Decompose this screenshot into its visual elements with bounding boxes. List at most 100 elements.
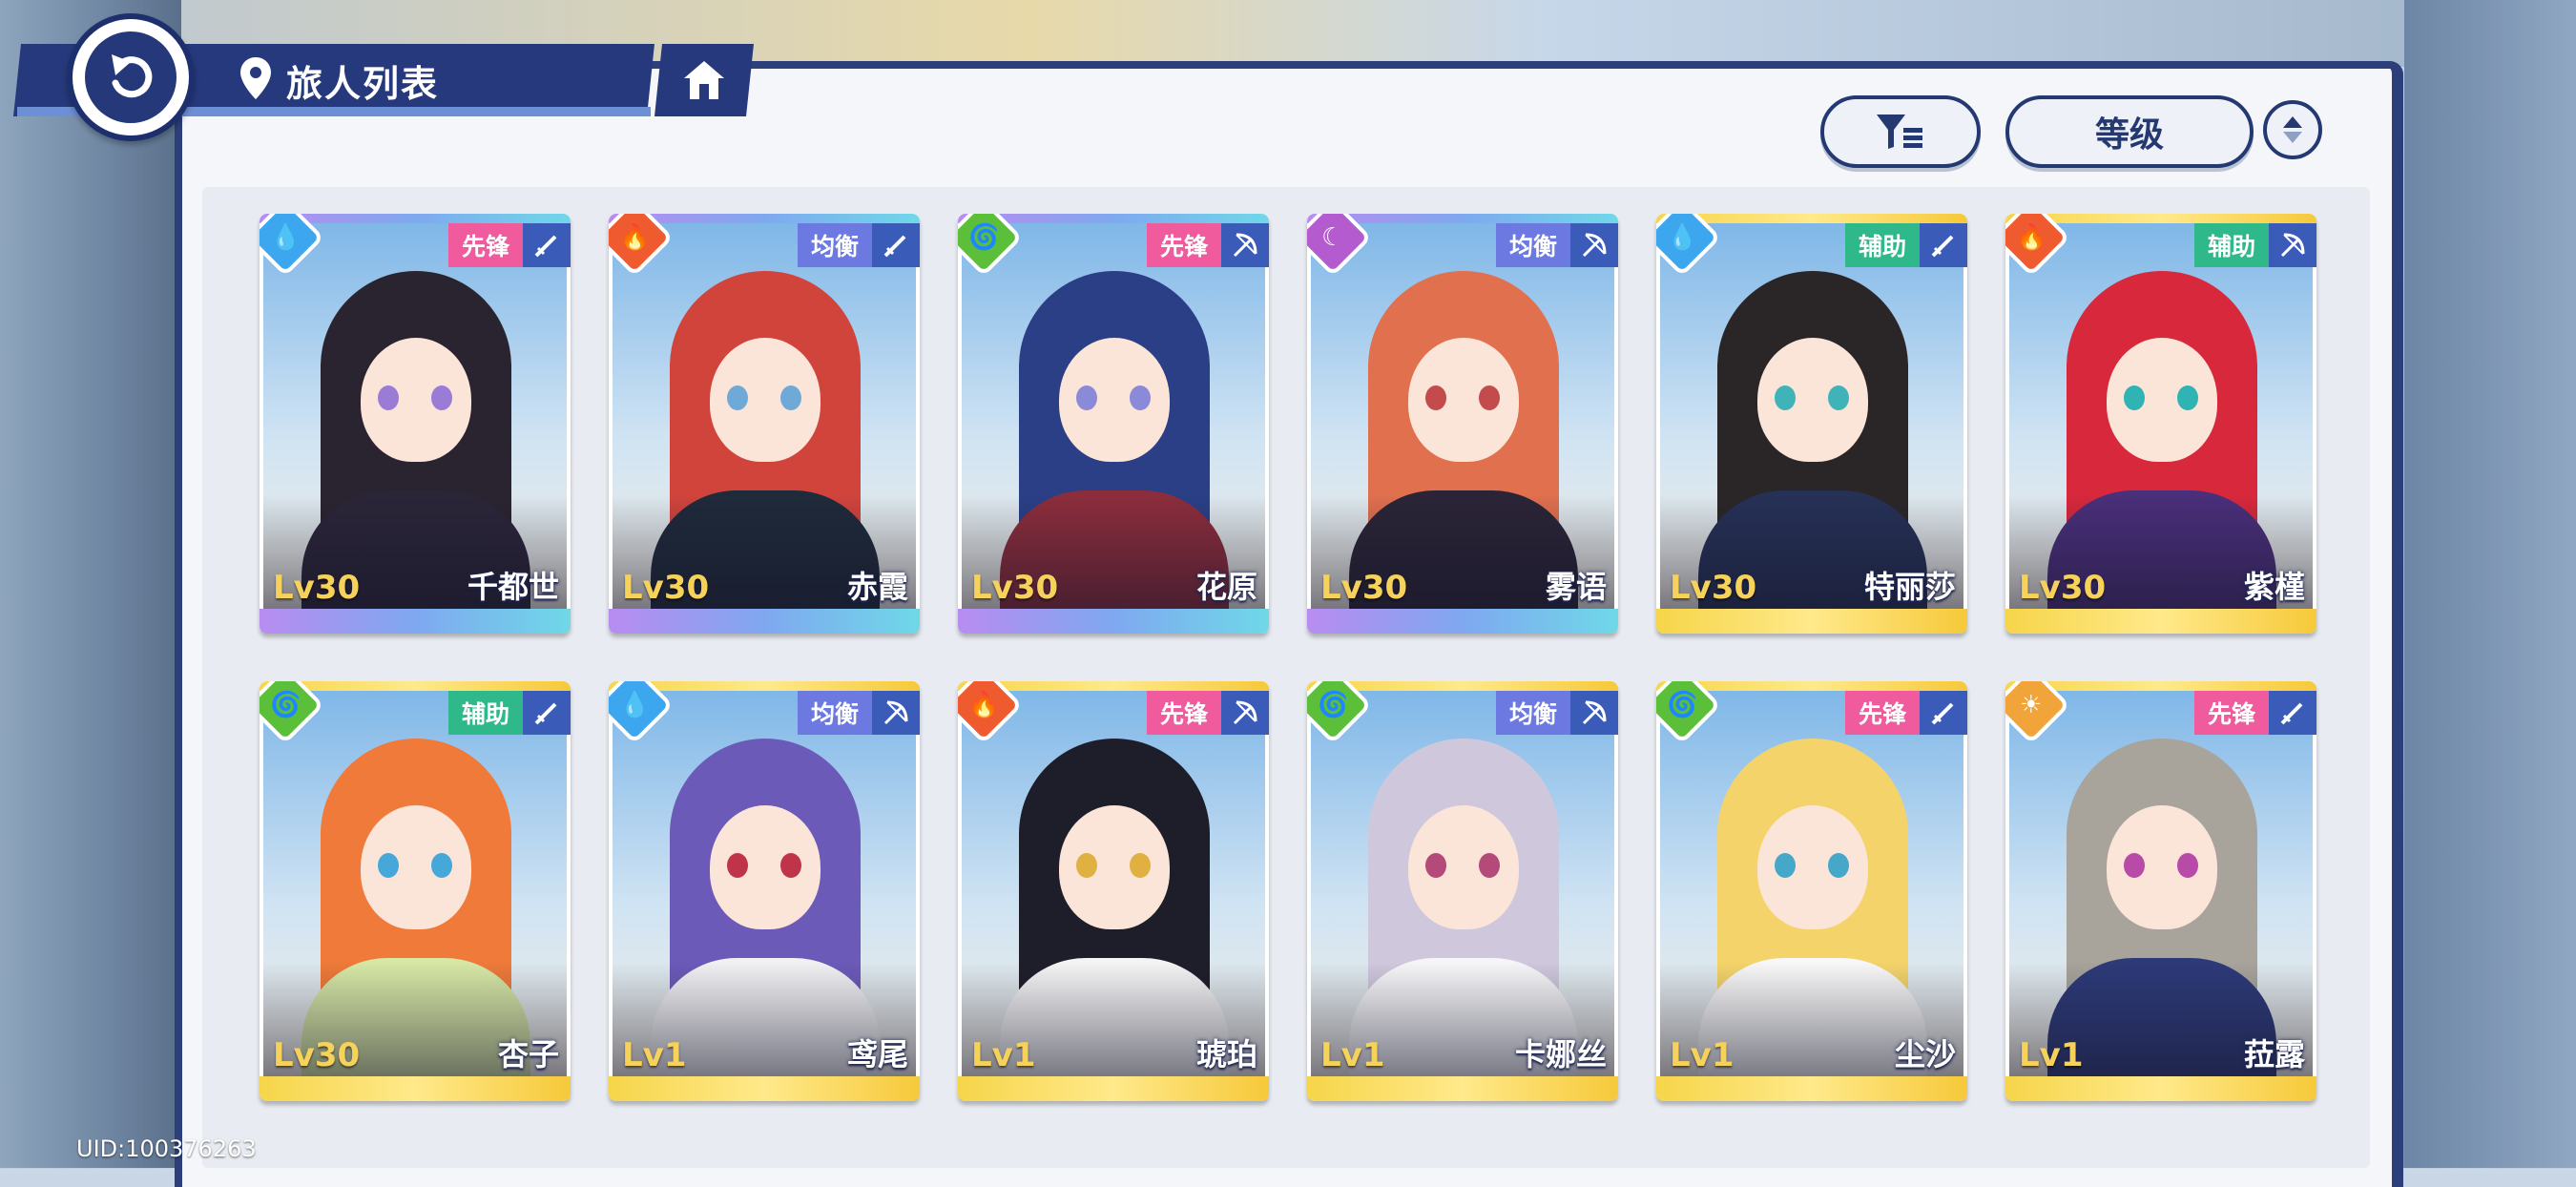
- character-card[interactable]: 🌀 辅助 Lv30 杏子: [260, 681, 571, 1101]
- portrait-eye: [2177, 853, 2198, 878]
- role-label: 辅助: [1844, 223, 1920, 267]
- role-tag: 均衡: [1495, 223, 1618, 267]
- portrait-eye: [1828, 385, 1849, 410]
- page-title-text: 旅人列表: [286, 62, 440, 105]
- sort-order-toggle[interactable]: [2263, 100, 2322, 159]
- character-portrait: [263, 691, 567, 1076]
- portrait-eye: [431, 853, 452, 878]
- rarity-strip-bottom: [609, 1076, 920, 1101]
- role-label: 均衡: [797, 223, 872, 267]
- portrait-eye: [378, 853, 399, 878]
- portrait-eye: [780, 385, 801, 410]
- sort-dropdown[interactable]: 等级: [2005, 95, 2254, 168]
- role-tag: 辅助: [2193, 223, 2316, 267]
- character-portrait: [1660, 691, 1963, 1076]
- home-button[interactable]: [654, 44, 754, 116]
- rarity-strip-bottom: [2005, 1076, 2316, 1101]
- character-card[interactable]: 🌀 先锋 Lv30 花原: [958, 214, 1269, 634]
- role-label: 先锋: [1844, 691, 1920, 735]
- portrait-eye: [1130, 853, 1151, 878]
- character-name: 花原: [1195, 569, 1257, 605]
- role-tag: 辅助: [1844, 223, 1967, 267]
- page-title: 旅人列表: [239, 50, 439, 111]
- role-label: 先锋: [1146, 691, 1221, 735]
- character-level: Lv30: [1670, 569, 1757, 607]
- arrow-up-icon: [2283, 116, 2302, 128]
- background-left: [0, 0, 181, 1168]
- role-tag: 先锋: [1844, 691, 1967, 735]
- role-label: 均衡: [797, 691, 872, 735]
- portrait-eye: [727, 385, 748, 410]
- home-icon: [684, 61, 724, 99]
- character-card[interactable]: 🔥 先锋 Lv1 琥珀: [958, 681, 1269, 1101]
- portrait-eye: [2177, 385, 2198, 410]
- arrow-down-icon: [2283, 132, 2302, 143]
- back-button[interactable]: [67, 13, 195, 141]
- role-tag: 均衡: [797, 691, 920, 735]
- character-name: 杏子: [497, 1036, 559, 1072]
- bow-icon: [1570, 223, 1618, 267]
- rarity-strip-bottom: [1307, 609, 1618, 634]
- role-tag: 均衡: [797, 223, 920, 267]
- role-label: 先锋: [447, 223, 523, 267]
- portrait-eye: [780, 853, 801, 878]
- portrait-eye: [1076, 853, 1097, 878]
- rarity-strip-bottom: [958, 1076, 1269, 1101]
- filter-icon: [1877, 115, 1922, 149]
- character-card[interactable]: ☾ 均衡 Lv30 雾语: [1307, 214, 1618, 634]
- portrait-eye: [1828, 853, 1849, 878]
- character-card[interactable]: 🌀 均衡 Lv1 卡娜丝: [1307, 681, 1618, 1101]
- character-portrait: [1311, 691, 1614, 1076]
- sword-icon: [523, 691, 571, 735]
- portrait-eye: [431, 385, 452, 410]
- sword-icon: [872, 223, 920, 267]
- character-card[interactable]: ☀ 先锋 Lv1 菈露: [2005, 681, 2316, 1101]
- character-name: 菈露: [2243, 1036, 2305, 1072]
- character-level: Lv1: [1320, 1036, 1385, 1074]
- character-card[interactable]: 🔥 辅助 Lv30 紫槿: [2005, 214, 2316, 634]
- location-pin-icon: [239, 55, 273, 105]
- character-portrait: [2009, 223, 2313, 609]
- portrait-eye: [1425, 385, 1446, 410]
- character-level: Lv30: [622, 569, 710, 607]
- character-level: Lv30: [273, 1036, 361, 1074]
- character-name: 特丽莎: [1863, 569, 1956, 605]
- sword-icon: [1920, 223, 1967, 267]
- portrait-eye: [727, 853, 748, 878]
- role-tag: 先锋: [1146, 223, 1269, 267]
- character-grid: 💧 先锋 Lv30 千都世 🔥 均衡 Lv30 赤霞 🌀 先锋 Lv30 花原 …: [260, 214, 2320, 1101]
- portrait-eye: [1479, 853, 1500, 878]
- character-portrait: [613, 691, 916, 1076]
- rarity-strip-bottom: [609, 609, 920, 634]
- character-portrait: [1311, 223, 1614, 609]
- role-tag: 先锋: [1146, 691, 1269, 735]
- role-label: 均衡: [1495, 223, 1570, 267]
- role-label: 均衡: [1495, 691, 1570, 735]
- character-card[interactable]: 🌀 先锋 Lv1 尘沙: [1656, 681, 1967, 1101]
- portrait-eye: [1775, 385, 1796, 410]
- character-name: 千都世: [467, 569, 559, 605]
- character-name: 鸢尾: [846, 1036, 908, 1072]
- character-level: Lv30: [2019, 569, 2107, 607]
- character-card[interactable]: 💧 均衡 Lv1 鸢尾: [609, 681, 920, 1101]
- portrait-eye: [2124, 385, 2145, 410]
- character-name: 琥珀: [1195, 1036, 1257, 1072]
- role-label: 先锋: [1146, 223, 1221, 267]
- bow-icon: [1221, 223, 1269, 267]
- filter-button[interactable]: [1820, 95, 1981, 168]
- bow-icon: [872, 691, 920, 735]
- bow-icon: [1570, 691, 1618, 735]
- character-card[interactable]: 💧 先锋 Lv30 千都世: [260, 214, 571, 634]
- character-level: Lv1: [622, 1036, 687, 1074]
- character-level: Lv1: [1670, 1036, 1735, 1074]
- role-tag: 均衡: [1495, 691, 1618, 735]
- rarity-strip-bottom: [1656, 609, 1967, 634]
- portrait-eye: [1425, 853, 1446, 878]
- role-tag: 先锋: [447, 223, 571, 267]
- portrait-eye: [1479, 385, 1500, 410]
- character-card[interactable]: 🔥 均衡 Lv30 赤霞: [609, 214, 920, 634]
- role-tag: 先锋: [2193, 691, 2316, 735]
- character-card[interactable]: 💧 辅助 Lv30 特丽莎: [1656, 214, 1967, 634]
- rarity-strip-bottom: [1656, 1076, 1967, 1101]
- character-level: Lv30: [971, 569, 1059, 607]
